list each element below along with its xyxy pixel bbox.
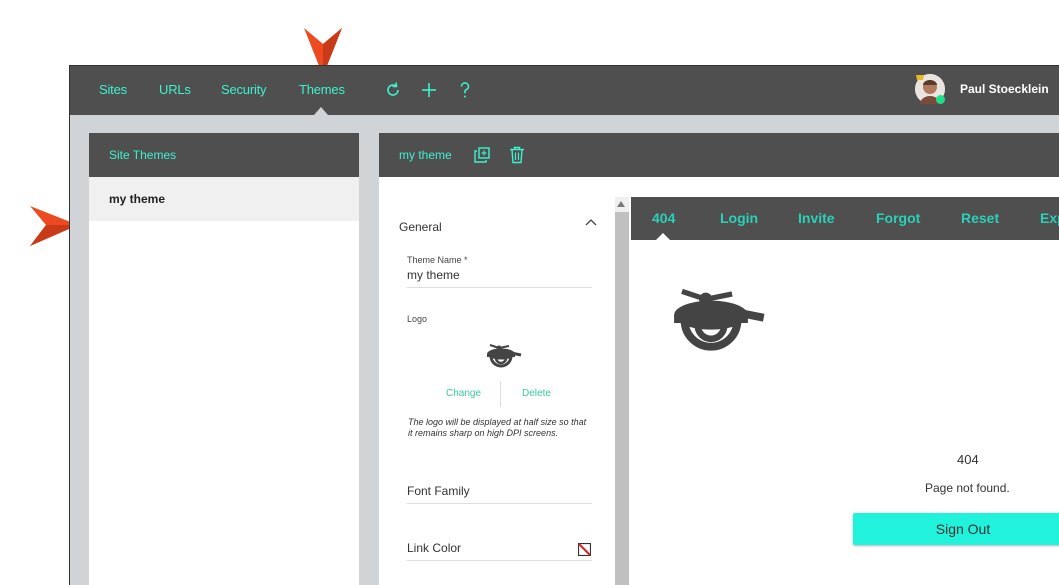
- user-avatar[interactable]: [915, 74, 945, 104]
- font-family-underline: [407, 503, 592, 504]
- no-color-swatch-icon[interactable]: [578, 543, 591, 556]
- preview-tab-forgot[interactable]: Forgot: [876, 210, 920, 226]
- theme-editor-header: my theme: [379, 133, 1059, 177]
- change-logo-button[interactable]: Change: [446, 388, 481, 399]
- logo-actions-divider: [500, 381, 501, 407]
- logo-help-text: The logo will be displayed at half size …: [408, 417, 587, 438]
- top-navigation-bar: Sites URLs Security Themes Paul Stoeckle…: [70, 66, 1059, 115]
- theme-title[interactable]: my theme: [399, 148, 452, 162]
- plus-icon[interactable]: [419, 80, 439, 100]
- theme-name-input[interactable]: my theme: [407, 268, 460, 282]
- nav-urls[interactable]: URLs: [159, 82, 191, 97]
- user-name[interactable]: Paul Stoecklein: [960, 82, 1049, 96]
- link-color-field[interactable]: Link Color: [407, 541, 461, 555]
- settings-scrollbar[interactable]: [615, 197, 629, 585]
- sign-out-button[interactable]: Sign Out: [853, 513, 1059, 545]
- help-icon[interactable]: [455, 80, 475, 100]
- preview-logo-icon: [674, 288, 765, 351]
- refresh-icon[interactable]: [383, 80, 403, 100]
- site-themes-panel: Site Themes my theme: [89, 133, 359, 585]
- app-window: Sites URLs Security Themes Paul Stoeckle…: [69, 65, 1059, 585]
- chevron-up-icon[interactable]: [585, 217, 597, 227]
- preview-tab-login[interactable]: Login: [720, 210, 758, 226]
- delete-logo-button[interactable]: Delete: [522, 388, 551, 399]
- scroll-up-arrow-icon[interactable]: [617, 201, 625, 207]
- theme-editor-panel: my theme General Theme Name * my theme L…: [379, 133, 1059, 585]
- nav-security[interactable]: Security: [221, 82, 267, 97]
- nav-sites[interactable]: Sites: [99, 82, 127, 97]
- theme-name-underline: [407, 287, 592, 288]
- active-tab-indicator: [314, 107, 328, 115]
- error-message: Page not found.: [925, 481, 1010, 495]
- font-family-field[interactable]: Font Family: [407, 484, 470, 498]
- settings-form: General Theme Name * my theme Logo Chang…: [379, 177, 615, 585]
- nav-themes[interactable]: Themes: [299, 82, 345, 97]
- preview-active-tab-indicator: [656, 233, 670, 240]
- logo-thumbnail-icon: [487, 344, 522, 368]
- trash-icon[interactable]: [509, 146, 525, 164]
- error-code: 404: [957, 452, 979, 467]
- preview-tab-invite[interactable]: Invite: [798, 210, 835, 226]
- theme-name-label: Theme Name *: [407, 255, 468, 265]
- duplicate-icon[interactable]: [473, 146, 491, 164]
- preview-tab-bar: 404 Login Invite Forgot Reset Exp: [631, 197, 1059, 240]
- online-status-dot: [936, 95, 945, 104]
- preview-tab-expired[interactable]: Exp: [1040, 210, 1059, 226]
- preview-tab-404[interactable]: 404: [652, 210, 675, 226]
- logo-label: Logo: [407, 314, 428, 324]
- theme-list-item[interactable]: my theme: [89, 177, 359, 221]
- section-title-general: General: [399, 220, 442, 234]
- link-color-underline: [407, 560, 592, 561]
- theme-preview: 404 Login Invite Forgot Reset Exp 404 Pa…: [631, 197, 1059, 585]
- site-themes-header: Site Themes: [89, 133, 359, 177]
- preview-tab-reset[interactable]: Reset: [961, 210, 999, 226]
